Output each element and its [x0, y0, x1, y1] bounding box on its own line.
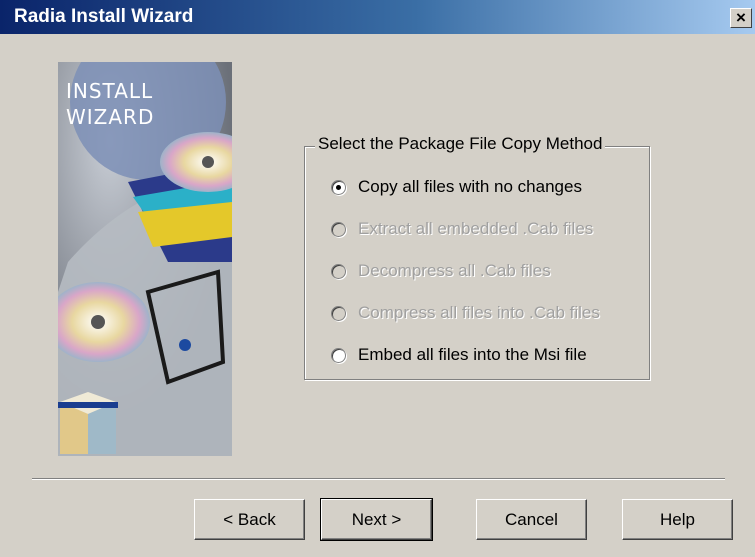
caption-line-2: WIZARD: [66, 105, 155, 129]
close-icon: ×: [736, 8, 746, 27]
wizard-image-caption: INSTALL WIZARD: [66, 78, 154, 130]
radio-label: Copy all files with no changes: [358, 177, 582, 196]
window-title: Radia Install Wizard: [14, 6, 194, 27]
radio-button: [331, 263, 346, 279]
radio-button[interactable]: [331, 347, 346, 363]
caption-line-1: INSTALL: [66, 79, 154, 103]
radio-embed-msi[interactable]: Embed all files into the Msi file: [331, 343, 587, 367]
radio-label: Embed all files into the Msi file: [358, 345, 587, 364]
copy-method-group-label: Select the Package File Copy Method: [315, 134, 606, 154]
footer-separator: [32, 478, 725, 480]
radio-label: Decompress all .Cab files: [358, 261, 551, 280]
cancel-button[interactable]: Cancel: [476, 499, 587, 540]
radio-label: Compress all files into .Cab files: [358, 303, 600, 322]
radio-button: [331, 221, 346, 237]
radio-button: [331, 305, 346, 321]
title-bar: Radia Install Wizard ×: [0, 0, 755, 34]
radio-compress-cab: Compress all files into .Cab files: [331, 301, 600, 325]
help-button[interactable]: Help: [622, 499, 733, 540]
next-button[interactable]: Next >: [320, 498, 433, 541]
wizard-banner-image: INSTALL WIZARD: [58, 62, 232, 456]
radio-copy-all[interactable]: Copy all files with no changes: [331, 175, 582, 199]
radio-label: Extract all embedded .Cab files: [358, 219, 594, 238]
radio-button[interactable]: [331, 179, 346, 195]
close-button[interactable]: ×: [730, 8, 752, 28]
radio-decompress-cab: Decompress all .Cab files: [331, 259, 551, 283]
back-button[interactable]: < Back: [194, 499, 305, 540]
radio-extract-cab: Extract all embedded .Cab files: [331, 217, 593, 241]
